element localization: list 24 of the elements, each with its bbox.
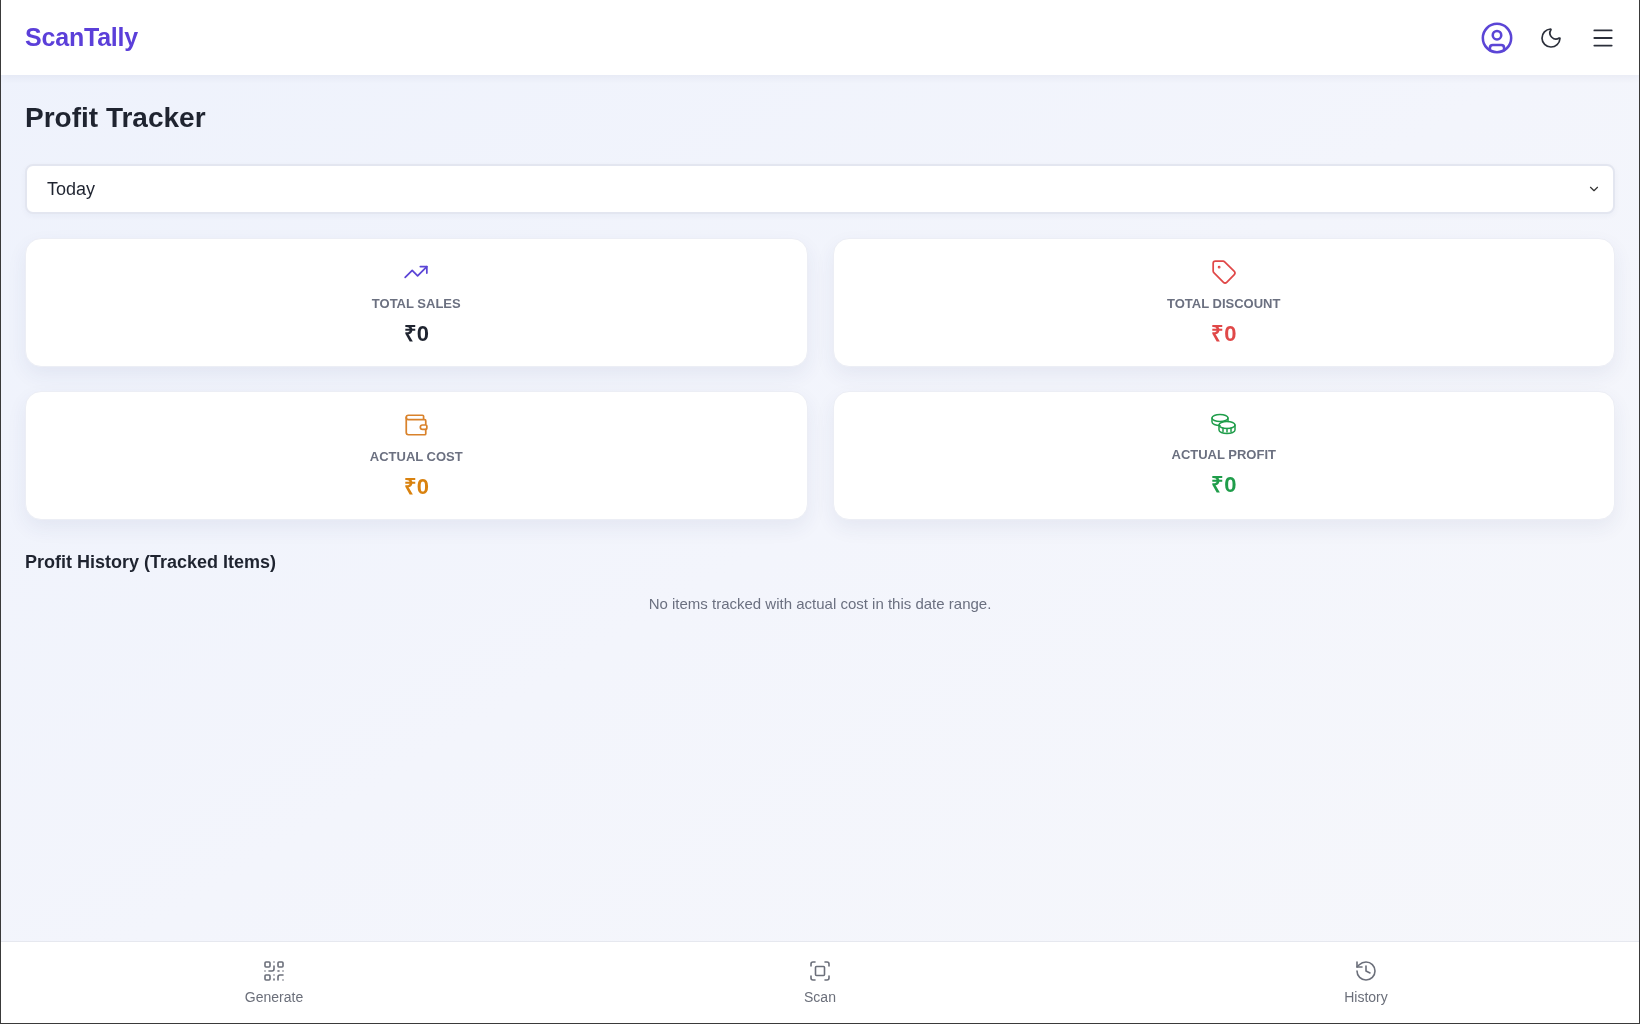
stat-label: TOTAL SALES <box>371 295 461 313</box>
app-logo[interactable]: ScanTally <box>25 18 139 57</box>
section-title: Profit History (Tracked Items) <box>25 551 277 574</box>
stat-label: TOTAL DISCOUNT <box>1167 295 1281 313</box>
stat-value: ₹0 <box>403 321 429 347</box>
stat-label: ACTUAL COST <box>369 448 463 466</box>
empty-state-message: No items tracked with actual cost in this date range. <box>648 594 992 614</box>
qr-code-icon <box>262 959 286 983</box>
stat-value: ₹0 <box>1211 472 1237 498</box>
tag-icon <box>1210 259 1237 285</box>
nav-tab[interactable]: Generate <box>1 942 547 1023</box>
date-range-select[interactable]: Today <box>25 164 1615 214</box>
scan-frame-icon <box>808 959 832 983</box>
stat-value: ₹0 <box>1211 321 1237 347</box>
user-circle-icon <box>1480 20 1514 55</box>
page-title: Profit Tracker <box>25 101 206 135</box>
nav-tab[interactable]: Scan <box>547 942 1093 1023</box>
history-icon <box>1354 959 1378 983</box>
moon-icon <box>1539 25 1563 50</box>
stat-label: ACTUAL PROFIT <box>1171 446 1276 464</box>
nav-tab[interactable]: History <box>1093 942 1639 1023</box>
stat-value: ₹0 <box>403 474 429 500</box>
wallet-icon <box>403 412 430 438</box>
coins-icon <box>1209 412 1238 436</box>
